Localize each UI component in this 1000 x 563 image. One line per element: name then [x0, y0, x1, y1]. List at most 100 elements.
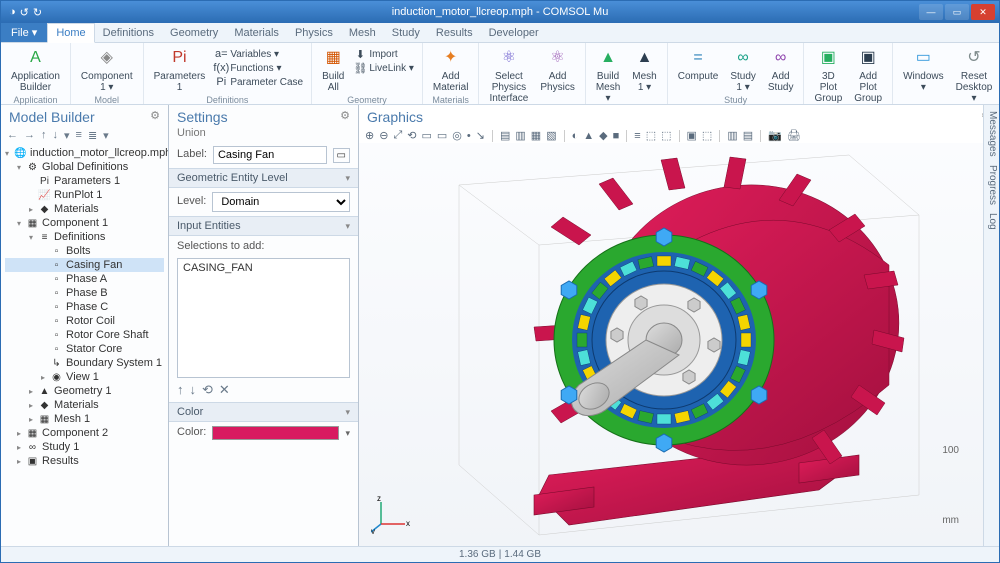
- mb-toolbar-button[interactable]: ▾: [64, 129, 70, 142]
- tree-node-global-definitions[interactable]: ▾⚙ Global Definitions: [5, 160, 164, 174]
- graphics-tool-button[interactable]: ↘: [476, 129, 485, 142]
- tree-expand-icon[interactable]: ▾: [5, 149, 14, 158]
- color-dropdown-icon[interactable]: ▾: [345, 428, 350, 439]
- ribbon-variables--button[interactable]: a=Variables ▾: [213, 47, 305, 61]
- graphics-tool-button[interactable]: ▣: [687, 129, 697, 142]
- menu-tab-developer[interactable]: Developer: [481, 23, 547, 42]
- section-input-entities[interactable]: Input Entities▾: [169, 216, 358, 236]
- ribbon-compute-button[interactable]: =Compute: [674, 45, 723, 95]
- close-button[interactable]: ✕: [971, 4, 995, 20]
- label-action-icon[interactable]: ▭: [333, 148, 350, 163]
- panel-gear-icon[interactable]: ⚙: [340, 109, 350, 122]
- tree-expand-icon[interactable]: ▾: [29, 233, 38, 242]
- tree-node-boundary-system-1[interactable]: ↳ Boundary System 1: [5, 356, 164, 370]
- panel-gear-icon[interactable]: ⚙: [150, 109, 160, 122]
- ribbon-parameters-button[interactable]: PiParameters1: [150, 45, 210, 95]
- menu-tab-mesh[interactable]: Mesh: [341, 23, 384, 42]
- ribbon-reset-button[interactable]: ↺ResetDesktop ▾: [952, 45, 997, 106]
- selection-tool-button[interactable]: ✕: [219, 382, 230, 398]
- menu-tab-results[interactable]: Results: [428, 23, 481, 42]
- graphics-tool-button[interactable]: ⬚: [702, 129, 712, 142]
- ribbon-application-button[interactable]: AApplicationBuilder: [7, 45, 64, 95]
- tree-expand-icon[interactable]: ▾: [17, 219, 26, 228]
- minimize-button[interactable]: —: [919, 4, 943, 20]
- ribbon-livelink--button[interactable]: ⛓LiveLink ▾: [352, 61, 416, 75]
- tree-node-parameters-1[interactable]: Pi Parameters 1: [5, 174, 164, 188]
- model-tree[interactable]: ▾🌐 induction_motor_llcreop.mph▾⚙ Global …: [1, 144, 168, 546]
- menu-tab-geometry[interactable]: Geometry: [162, 23, 226, 42]
- mb-toolbar-button[interactable]: ▾: [103, 129, 109, 142]
- tree-expand-icon[interactable]: ▸: [29, 415, 38, 424]
- tree-expand-icon[interactable]: ▾: [17, 163, 26, 172]
- redo-icon[interactable]: ↻: [33, 6, 42, 19]
- tree-node-phase-a[interactable]: ▫ Phase A: [5, 272, 164, 286]
- graphics-tool-button[interactable]: 📷: [768, 129, 782, 142]
- tree-expand-icon[interactable]: ▸: [29, 205, 38, 214]
- tree-node-rotor-core-shaft[interactable]: ▫ Rotor Core Shaft: [5, 328, 164, 342]
- graphics-tool-button[interactable]: ▧: [546, 129, 556, 142]
- graphics-tool-button[interactable]: ⤢: [393, 129, 402, 142]
- selection-tool-button[interactable]: ↓: [190, 382, 197, 398]
- tree-node-materials[interactable]: ▸◆ Materials: [5, 202, 164, 216]
- graphics-tool-button[interactable]: ◆: [599, 129, 607, 142]
- mb-toolbar-button[interactable]: ↑: [41, 129, 47, 142]
- selection-tool-button[interactable]: ⟲: [202, 382, 213, 398]
- ribbon-functions--button[interactable]: f(x)Functions ▾: [213, 61, 305, 75]
- graphics-tool-button[interactable]: ◐: [572, 130, 579, 142]
- ribbon-add-button[interactable]: ∞AddStudy: [764, 45, 798, 95]
- tree-node-rotor-coil[interactable]: ▫ Rotor Coil: [5, 314, 164, 328]
- menu-tab-home[interactable]: Home: [47, 23, 94, 43]
- graphics-tool-button[interactable]: ⊖: [379, 129, 388, 142]
- tree-node-view-1[interactable]: ▸◉ View 1: [5, 370, 164, 384]
- label-input[interactable]: [213, 146, 327, 164]
- ribbon-build-button[interactable]: ▦BuildAll: [318, 45, 348, 95]
- tree-node-component-2[interactable]: ▸▦ Component 2: [5, 426, 164, 440]
- graphics-tool-button[interactable]: ⬚: [646, 129, 656, 142]
- menu-tab-materials[interactable]: Materials: [226, 23, 287, 42]
- graphics-tool-button[interactable]: ⬚: [661, 129, 671, 142]
- tree-node-mesh-1[interactable]: ▸▦ Mesh 1: [5, 412, 164, 426]
- mb-toolbar-button[interactable]: ≡: [76, 129, 82, 142]
- color-swatch[interactable]: [212, 426, 339, 440]
- menu-tab-definitions[interactable]: Definitions: [95, 23, 162, 42]
- tree-node-induction-motor-llcreop-mph[interactable]: ▾🌐 induction_motor_llcreop.mph: [5, 146, 164, 160]
- graphics-tool-button[interactable]: ▤: [500, 129, 510, 142]
- tree-expand-icon[interactable]: ▸: [17, 429, 26, 438]
- menu-tab-study[interactable]: Study: [384, 23, 428, 42]
- tree-node-study-1[interactable]: ▸∞ Study 1: [5, 440, 164, 454]
- tree-node-phase-c[interactable]: ▫ Phase C: [5, 300, 164, 314]
- graphics-tool-button[interactable]: ▥: [727, 129, 737, 142]
- graphics-tool-button[interactable]: ▤: [743, 129, 753, 142]
- level-select[interactable]: Domain: [212, 192, 350, 212]
- graphics-canvas[interactable]: 100 mm z x y: [359, 143, 999, 546]
- undo-icon[interactable]: ↺: [20, 6, 29, 19]
- graphics-tool-button[interactable]: ⊕: [365, 129, 374, 142]
- section-geometric-entity[interactable]: Geometric Entity Level▾: [169, 168, 358, 188]
- file-menu[interactable]: File ▾: [1, 23, 47, 42]
- graphics-tool-button[interactable]: ▲: [583, 130, 594, 142]
- graphics-tool-button[interactable]: ▭: [437, 129, 447, 142]
- section-color[interactable]: Color▾: [169, 402, 358, 422]
- tree-node-results[interactable]: ▸▣ Results: [5, 454, 164, 468]
- tree-expand-icon[interactable]: ▸: [41, 373, 50, 382]
- ribbon-study-button[interactable]: ∞Study1 ▾: [726, 45, 760, 95]
- graphics-tool-button[interactable]: ■: [613, 130, 620, 142]
- tree-expand-icon[interactable]: ▸: [29, 387, 38, 396]
- mb-toolbar-button[interactable]: ↓: [53, 129, 59, 142]
- ribbon-parameter-case-button[interactable]: PiParameter Case: [213, 75, 305, 89]
- tree-node-runplot-1[interactable]: 📈 RunPlot 1: [5, 188, 164, 202]
- graphics-tool-button[interactable]: ◎: [452, 129, 462, 142]
- graphics-tool-button[interactable]: ▦: [531, 129, 541, 142]
- tree-node-phase-b[interactable]: ▫ Phase B: [5, 286, 164, 300]
- tree-expand-icon[interactable]: ▸: [17, 443, 26, 452]
- mb-toolbar-button[interactable]: →: [24, 129, 35, 142]
- tree-node-materials[interactable]: ▸◆ Materials: [5, 398, 164, 412]
- tab-progress[interactable]: Progress: [985, 165, 998, 205]
- ribbon-component-button[interactable]: ◈Component1 ▾: [77, 45, 137, 95]
- tree-node-casing-fan[interactable]: ▫ Casing Fan: [5, 258, 164, 272]
- tree-expand-icon[interactable]: ▸: [17, 457, 26, 466]
- ribbon-mesh-button[interactable]: ▲Mesh1 ▾: [628, 45, 660, 106]
- tree-node-geometry-1[interactable]: ▸▲ Geometry 1: [5, 384, 164, 398]
- tab-log[interactable]: Log: [985, 213, 998, 230]
- selections-listbox[interactable]: CASING_FAN: [177, 258, 350, 378]
